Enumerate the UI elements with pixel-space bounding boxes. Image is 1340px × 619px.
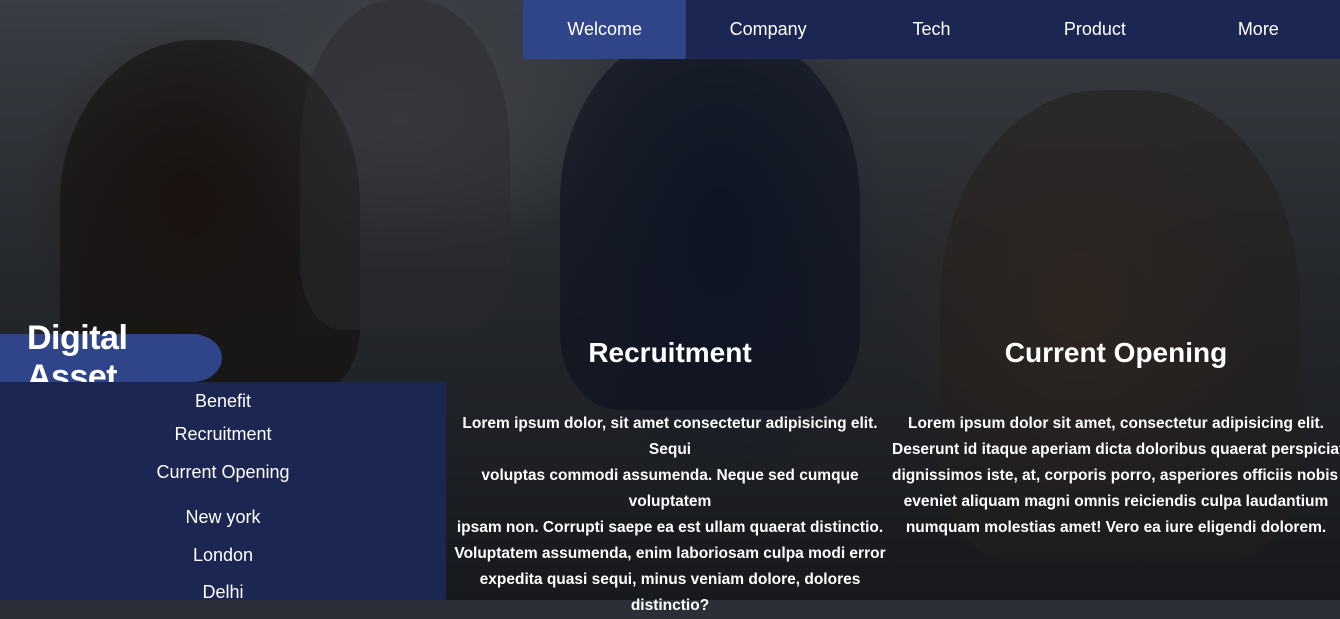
current-opening-line: eveniet aliquam magni omnis reiciendis c… xyxy=(903,493,1329,510)
recruitment-line: Lorem ipsum dolor, sit amet consectetur … xyxy=(462,415,878,458)
current-opening-line: Lorem ipsum dolor sit amet, consectetur … xyxy=(907,415,1324,432)
recruitment-line: ipsam non. Corrupti saepe ea est ullam q… xyxy=(456,519,884,536)
recruitment-paragraph: Lorem ipsum dolor, sit amet consectetur … xyxy=(448,411,892,619)
sidebar-item-current-opening[interactable]: Current Opening xyxy=(0,462,446,483)
nav-company[interactable]: Company xyxy=(686,0,849,59)
current-opening-line: numquam molestias amet! Vero ea iure eli… xyxy=(905,519,1327,536)
top-navigation: Welcome Company Tech Product More xyxy=(523,0,1340,59)
recruitment-line: Voluptatem assumenda, enim laboriosam cu… xyxy=(454,545,886,562)
current-opening-heading: Current Opening xyxy=(1004,337,1228,368)
current-opening-line: dignissimos iste, at, corporis porro, as… xyxy=(892,467,1340,484)
current-opening-paragraph: Lorem ipsum dolor sit amet, consectetur … xyxy=(892,411,1340,541)
nav-product[interactable]: Product xyxy=(1013,0,1176,59)
nav-more[interactable]: More xyxy=(1177,0,1340,59)
recruitment-heading: Recruitment xyxy=(588,337,752,368)
sidebar-item-new-york[interactable]: New york xyxy=(0,507,446,528)
recruitment-line: expedita quasi sequi, minus veniam dolor… xyxy=(479,571,861,614)
sidebar-item-london[interactable]: London xyxy=(0,545,446,566)
sidebar-item-benefit[interactable]: Benefit xyxy=(0,391,446,412)
sidebar-menu: Benefit Recruitment Current Opening New … xyxy=(0,382,446,602)
brand-banner: Digital Asset xyxy=(0,319,222,396)
recruitment-section: Recruitment Lorem ipsum dolor, sit amet … xyxy=(448,337,892,619)
recruitment-line: voluptas commodi assumenda. Neque sed cu… xyxy=(481,467,859,510)
nav-welcome[interactable]: Welcome xyxy=(523,0,687,59)
current-opening-section: Current Opening Lorem ipsum dolor sit am… xyxy=(892,337,1340,541)
nav-tech[interactable]: Tech xyxy=(850,0,1013,59)
current-opening-line: Deserunt id itaque aperiam dicta dolorib… xyxy=(892,441,1340,458)
sidebar-item-recruitment[interactable]: Recruitment xyxy=(0,424,446,445)
